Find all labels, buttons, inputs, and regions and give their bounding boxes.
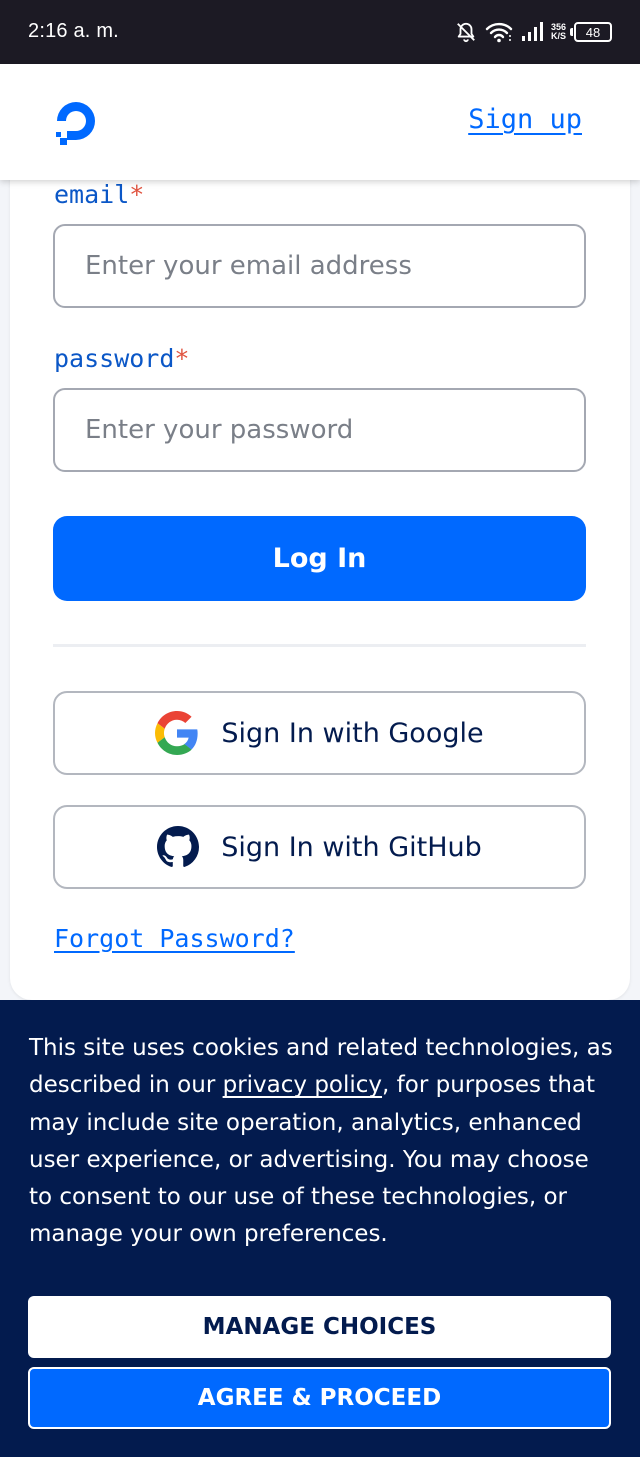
google-signin-label: Sign In with Google <box>221 717 484 749</box>
login-button[interactable]: Log In <box>53 516 586 601</box>
cookie-banner: This site uses cookies and related techn… <box>0 1000 640 1457</box>
manage-choices-button[interactable]: MANAGE CHOICES <box>28 1296 611 1358</box>
agree-proceed-button[interactable]: AGREE & PROCEED <box>28 1367 611 1429</box>
bell-off-icon <box>457 22 475 43</box>
net-speed-unit: K/S <box>550 31 566 41</box>
google-icon <box>155 711 199 755</box>
github-signin-button[interactable]: Sign In with GitHub <box>53 805 586 889</box>
status-icons: 356 K/S 48 <box>455 18 612 46</box>
wifi-icon <box>485 22 513 43</box>
net-speed: 356 K/S <box>551 23 566 41</box>
battery-icon: 48 <box>570 22 612 42</box>
cookie-text: This site uses cookies and related techn… <box>29 1030 614 1254</box>
signal-icon <box>521 22 543 41</box>
password-label-text: password <box>54 344 175 373</box>
privacy-policy-link[interactable]: privacy policy <box>223 1072 382 1098</box>
email-label: email* <box>54 180 144 209</box>
email-label-text: email <box>54 180 130 209</box>
github-icon <box>157 826 200 867</box>
battery-level: 48 <box>585 24 601 40</box>
password-label: password* <box>54 344 189 373</box>
header: Sign up <box>0 64 640 180</box>
divider <box>53 644 586 647</box>
status-bar: 2:16 a. m. 356 K/S 48 <box>0 0 640 64</box>
signup-link[interactable]: Sign up <box>468 104 582 135</box>
password-input[interactable] <box>53 388 586 472</box>
email-required-marker: * <box>129 180 145 209</box>
github-signin-label: Sign In with GitHub <box>221 831 482 863</box>
login-card: email* password* Log In Sign In with Goo… <box>10 150 630 1000</box>
email-input[interactable] <box>53 224 586 308</box>
password-required-marker: * <box>174 344 190 373</box>
status-time: 2:16 a. m. <box>28 20 119 42</box>
digitalocean-logo[interactable] <box>54 94 110 150</box>
forgot-password-link[interactable]: Forgot Password? <box>54 924 295 953</box>
cookie-text-after: , for purposes that may include site ope… <box>29 1072 596 1248</box>
google-signin-button[interactable]: Sign In with Google <box>53 691 586 775</box>
